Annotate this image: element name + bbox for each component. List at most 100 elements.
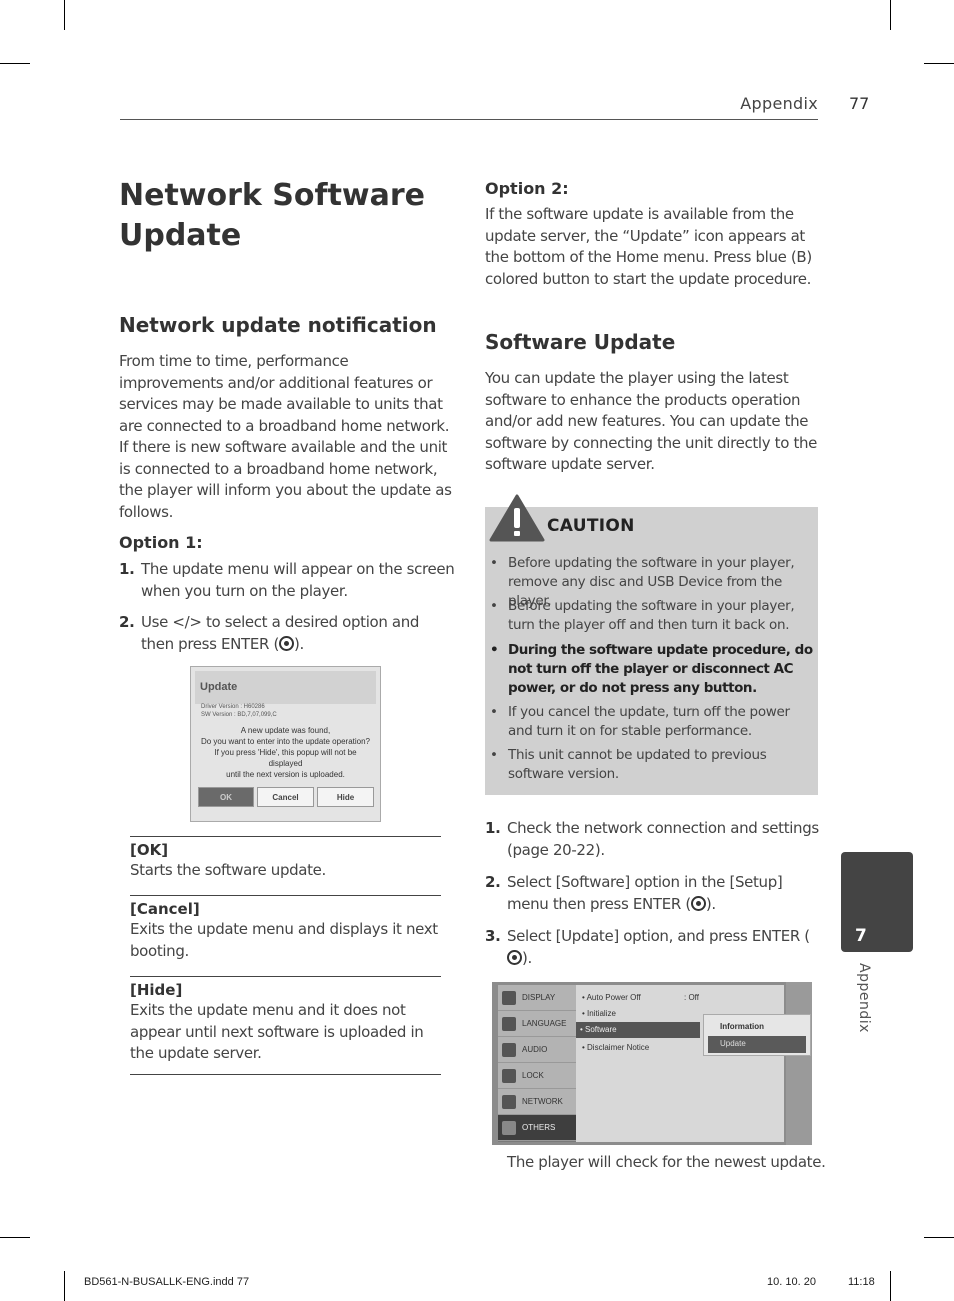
caution-item-text: Before updating the software in your pla…	[508, 598, 795, 633]
step-text: Use </> to select a desired option and t…	[119, 611, 455, 655]
dialog-title: Update	[195, 671, 376, 704]
menu-item-others: OTHERS	[498, 1115, 576, 1141]
menu-edge	[786, 982, 812, 1145]
chapter-label: Appendix	[856, 963, 872, 1033]
option1-heading: Option 1:	[119, 533, 203, 552]
software-step: 1. Check the network connection and sett…	[485, 817, 819, 861]
chapter-tab	[841, 852, 913, 952]
step-number: 2.	[485, 873, 501, 891]
message-line: A new update was found,	[240, 726, 331, 735]
definition-rule	[130, 1074, 441, 1075]
chapter-number: 7	[855, 926, 867, 946]
step-text-before: Select [Update] option, and press ENTER …	[507, 927, 810, 945]
step-number: 1.	[485, 819, 501, 837]
menu-options: • Auto Power Off : Off • Initialize • So…	[576, 985, 784, 1142]
definition-term-ok: [OK]	[130, 841, 169, 859]
message-line: If you press 'Hide', this popup will not…	[214, 748, 357, 768]
caution-item-text: If you cancel the update, turn off the p…	[508, 704, 790, 739]
dialog-message: A new update was found, Do you want to e…	[199, 725, 372, 780]
submenu-information: Information	[720, 1022, 764, 1031]
option1-step: 2. Use </> to select a desired option an…	[119, 611, 455, 655]
step-text-after: ).	[522, 949, 532, 967]
menu-item-label: LANGUAGE	[522, 1019, 567, 1028]
crop-mark	[890, 1271, 891, 1301]
dialog-hide-button: Hide	[317, 787, 374, 807]
definition-rule	[130, 895, 441, 896]
warning-icon	[489, 494, 545, 542]
auto-power-off-value: : Off	[684, 993, 699, 1002]
display-icon	[502, 991, 516, 1005]
closing-text: The player will check for the newest upd…	[507, 1153, 826, 1171]
software-submenu: Information Update	[703, 1014, 811, 1056]
option1-step: 1. The update menu will appear on the sc…	[119, 558, 455, 602]
option-auto-power-off: • Auto Power Off	[582, 993, 641, 1002]
menu-item-label: OTHERS	[522, 1123, 556, 1132]
speaker-icon	[502, 1043, 516, 1057]
setup-menu-screenshot: DISPLAY LANGUAGE AUDIO LOCK NETWORK OTHE…	[492, 982, 812, 1145]
definition-desc-cancel: Exits the update menu and displays it ne…	[130, 920, 438, 960]
menu-item-display: DISPLAY	[498, 985, 576, 1011]
footer-time: 11:18	[848, 1276, 875, 1288]
caution-item-text: During the software update procedure, do…	[508, 642, 813, 696]
definition-rule	[130, 976, 441, 977]
caution-item-important: • During the software update procedure, d…	[490, 641, 816, 698]
option-software: • Software	[576, 1022, 700, 1038]
definition-term-hide: [Hide]	[130, 981, 183, 999]
step-text: Select [Update] option, and press ENTER …	[485, 925, 819, 969]
lock-icon	[502, 1069, 516, 1083]
enter-button-icon	[690, 896, 706, 911]
menu-item-label: AUDIO	[522, 1045, 548, 1054]
crop-mark	[64, 1271, 65, 1301]
definition-rule	[130, 836, 441, 837]
dialog-ok-button: OK	[198, 787, 254, 807]
software-step: 2. Select [Software] option in the [Setu…	[485, 871, 819, 915]
caution-item-text: This unit cannot be updated to previous …	[508, 747, 767, 782]
menu-item-label: NETWORK	[522, 1097, 563, 1106]
dialog-cancel-button: Cancel	[257, 787, 314, 807]
option2-heading: Option 2:	[485, 179, 569, 198]
message-line: Do you want to enter into the update ope…	[200, 737, 370, 746]
crop-mark	[0, 1237, 30, 1238]
menu-item-language: LANGUAGE	[498, 1011, 576, 1037]
software-step: 3. Select [Update] option, and press ENT…	[485, 925, 819, 969]
notification-heading: Network update notification	[119, 313, 437, 337]
update-dialog-screenshot: Update Driver Version : H60286 SW Versio…	[190, 666, 381, 822]
step-text-before: Select [Software] option in the [Setup] …	[507, 873, 783, 913]
step-text: The update menu will appear on the scree…	[141, 560, 455, 600]
crop-mark	[0, 63, 30, 64]
software-update-heading: Software Update	[485, 330, 676, 354]
submenu-update: Update	[708, 1036, 806, 1053]
enter-button-icon	[278, 636, 294, 651]
running-header-section: Appendix	[740, 94, 818, 113]
definition-desc-ok: Starts the software update.	[130, 861, 326, 879]
driver-version: Driver Version : H60286	[201, 704, 265, 710]
sw-version: SW Version : BD,7,07,099,C	[201, 712, 277, 718]
option-disclaimer: • Disclaimer Notice	[582, 1043, 650, 1052]
option-initialize: • Initialize	[582, 1009, 616, 1018]
page-number: 77	[849, 94, 870, 113]
menu-item-lock: LOCK	[498, 1063, 576, 1089]
menu-categories: DISPLAY LANGUAGE AUDIO LOCK NETWORK OTHE…	[498, 985, 576, 1142]
crop-mark	[64, 0, 65, 30]
crop-mark	[890, 0, 891, 30]
step-text-after: ).	[705, 895, 716, 913]
step-number: 2.	[119, 613, 135, 631]
step-number: 3.	[485, 927, 501, 945]
software-update-text: You can update the player using the late…	[485, 369, 818, 473]
footer-filename: BD561-N-BUSALLK-ENG.indd 77	[84, 1276, 250, 1288]
page-title: Network Software Update	[119, 178, 426, 253]
header-rule	[120, 119, 818, 120]
menu-item-label: DISPLAY	[522, 993, 556, 1002]
caution-title: CAUTION	[547, 516, 635, 536]
menu-item-network: NETWORK	[498, 1089, 576, 1115]
notification-text: From time to time, performance improveme…	[119, 352, 452, 521]
language-icon	[502, 1017, 516, 1031]
step-text-after: ).	[293, 635, 304, 653]
step-text: Check the network connection and setting…	[507, 819, 819, 859]
crop-mark	[924, 1237, 954, 1238]
menu-item-audio: AUDIO	[498, 1037, 576, 1063]
caution-item: • If you cancel the update, turn off the …	[490, 703, 816, 741]
definition-desc-hide: Exits the update menu and it does not ap…	[130, 1001, 424, 1062]
menu-item-label: LOCK	[522, 1071, 544, 1080]
option2-text: If the software update is available from…	[485, 205, 812, 288]
